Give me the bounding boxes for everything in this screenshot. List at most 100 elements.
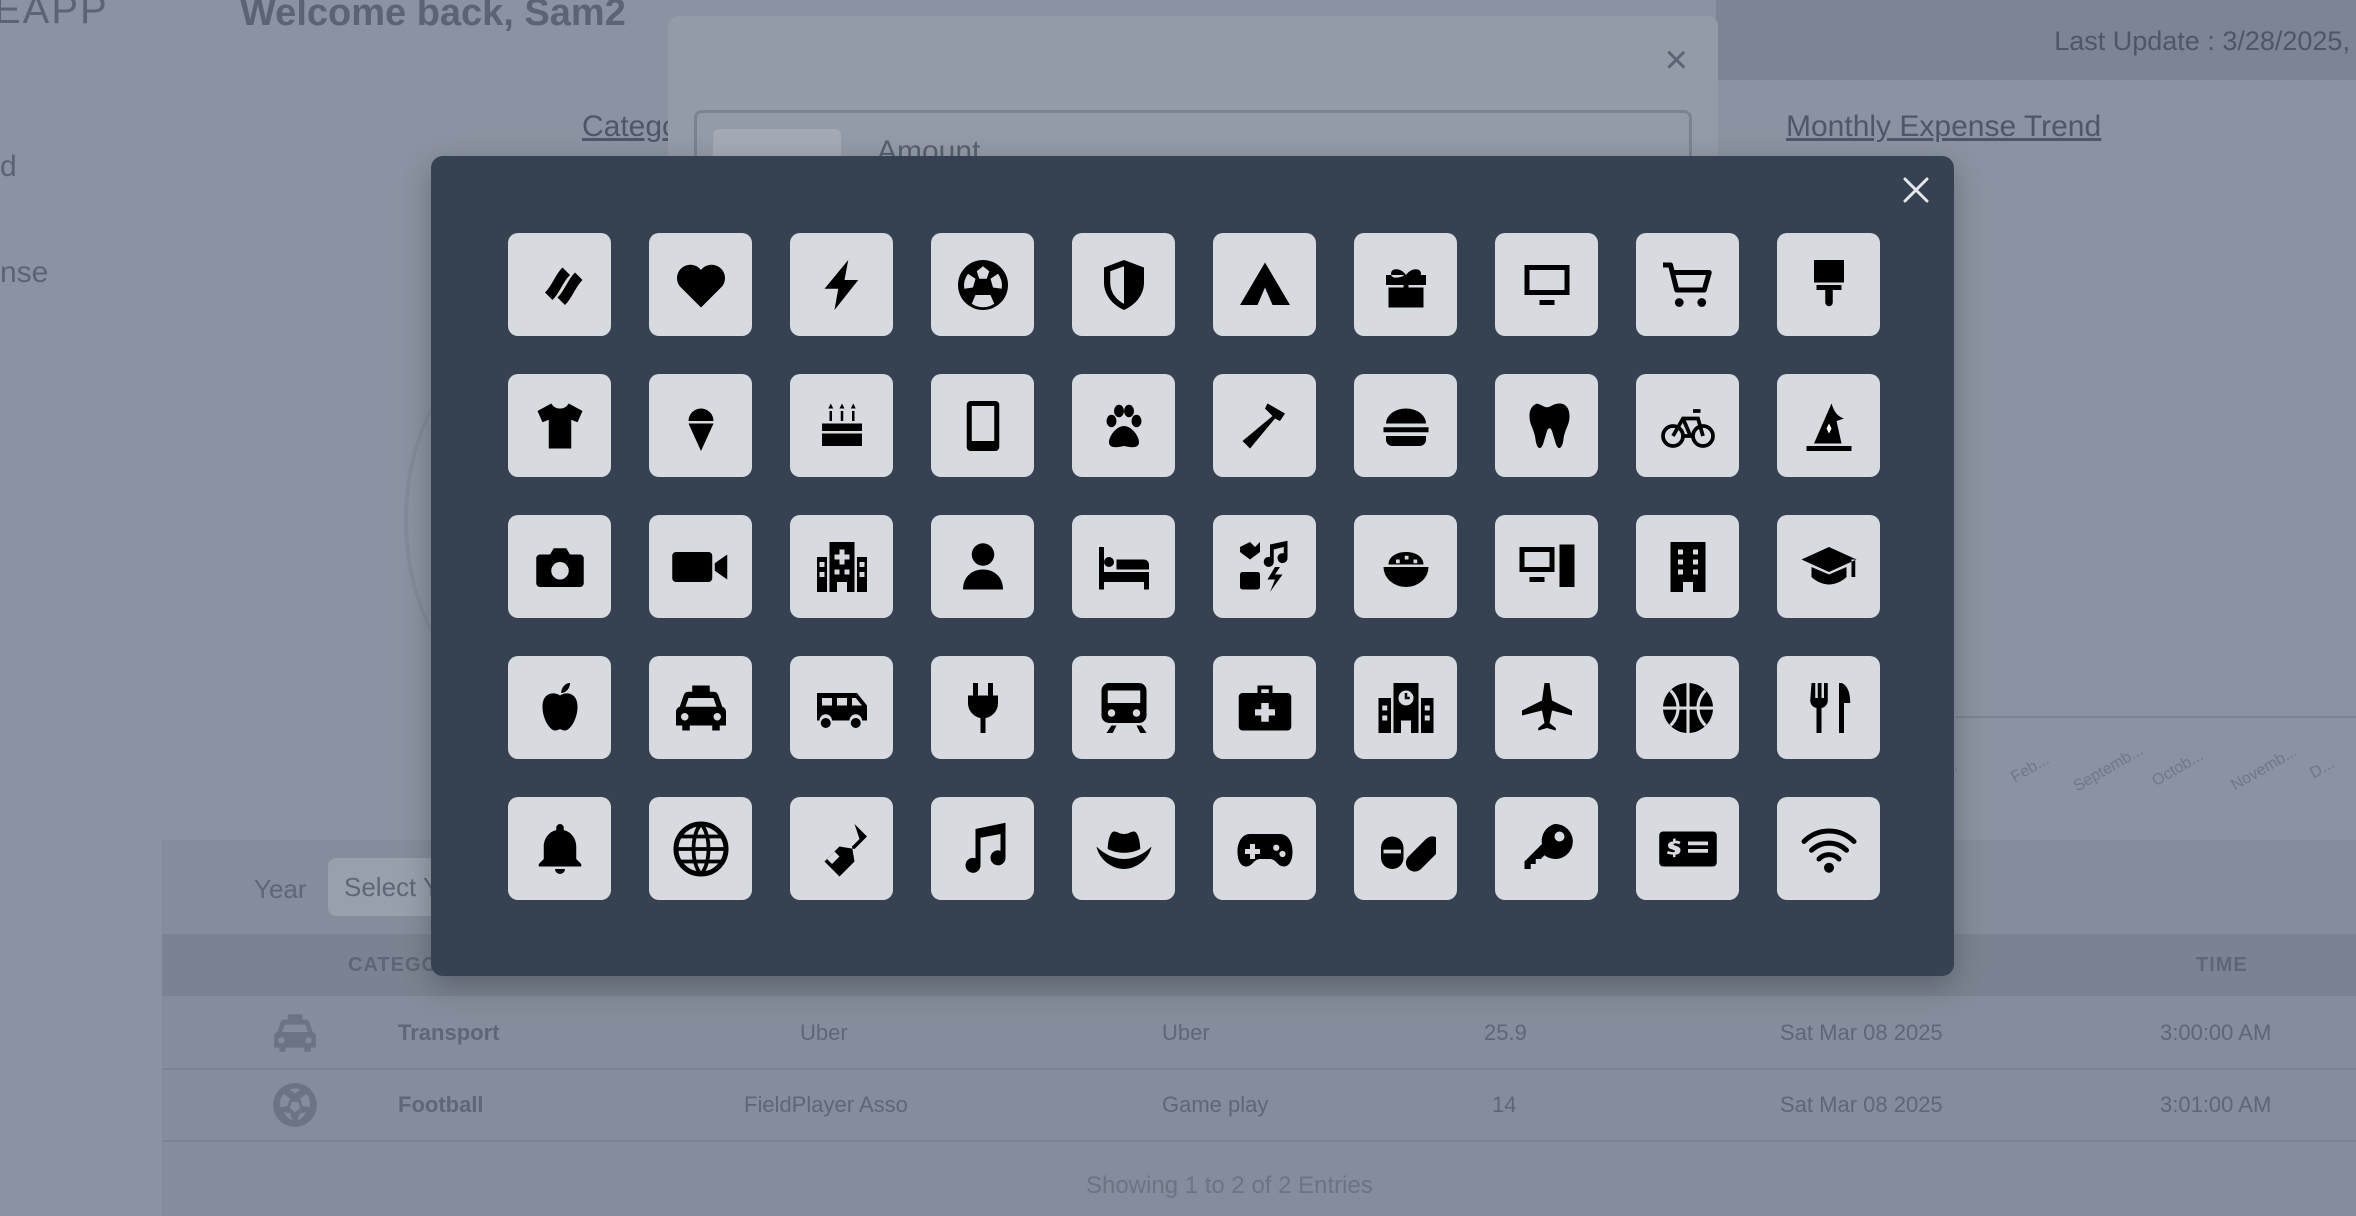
icon-option-bicycle[interactable] [1636,374,1739,477]
icon-option-apple[interactable] [508,656,611,759]
cell-time: 3:00:00 AM [2160,1020,2272,1045]
trend-tick-label: Octob... [2149,747,2207,790]
icon-option-food-bowl[interactable] [1354,515,1457,618]
cell-description: Game play [1162,1092,1269,1117]
cowboy-hat-icon [1094,819,1154,879]
icon-option-tooth[interactable] [1495,374,1598,477]
food-bowl-icon [1376,537,1436,597]
icon-option-airplane[interactable] [1495,656,1598,759]
icon-option-school[interactable] [1354,656,1457,759]
icon-option-train[interactable] [1072,656,1175,759]
trend-tick-label: D... [2307,754,2338,783]
icon-option-wifi[interactable] [1777,797,1880,900]
icon-option-shield[interactable] [1072,233,1175,336]
icon-option-building[interactable] [1636,515,1739,618]
year-filter-value: Select Y [344,872,441,902]
icon-option-plug[interactable] [931,656,1034,759]
column-header-time[interactable]: TIME [2196,954,2248,977]
category-chart-heading[interactable]: Catego [582,110,679,144]
icon-option-first-aid-kit[interactable] [1213,656,1316,759]
table-row[interactable]: Transport Uber Uber 25.9 Sat Mar 08 2025… [162,998,2356,1070]
icon-option-ice-cream[interactable] [649,374,752,477]
icon-option-van[interactable] [790,656,893,759]
icon-option-bolt[interactable] [790,233,893,336]
airplane-icon [1517,678,1577,738]
icon-option-burger[interactable] [1354,374,1457,477]
last-update-text: Last Update : 3/28/2025, 3:26 [2054,26,2356,56]
bottle-icon [812,819,872,879]
icon-grid [508,233,1880,900]
icon-option-utensils[interactable] [1777,656,1880,759]
form-close-button[interactable]: × [1665,40,1688,80]
icon-option-birthday-cake[interactable] [790,374,893,477]
cell-payee: FieldPlayer Asso [744,1092,908,1117]
trend-chart-heading[interactable]: Monthly Expense Trend [1786,110,2101,144]
icon-option-gamepad[interactable] [1213,797,1316,900]
bicycle-icon [1658,396,1718,456]
icon-option-basketball[interactable] [1636,656,1739,759]
trend-tick-label: Septemb... [2070,741,2147,796]
icon-option-soccer-ball[interactable] [931,233,1034,336]
year-filter-label: Year [254,874,307,904]
gift-icon [1376,255,1436,315]
column-header-category[interactable]: CATEGO [348,954,438,977]
cell-time: 3:01:00 AM [2160,1092,2272,1117]
icon-option-wizard-hat[interactable] [1777,374,1880,477]
shield-icon [1094,255,1154,315]
icon-option-shopping-cart[interactable] [1636,233,1739,336]
icon-option-key[interactable] [1495,797,1598,900]
icon-option-mobile-phone[interactable] [931,374,1034,477]
graduation-cap-icon [1799,537,1859,597]
icon-option-tent[interactable] [1213,233,1316,336]
icon-option-music-note[interactable] [931,797,1034,900]
train-icon [1094,678,1154,738]
building-icon [1658,537,1718,597]
paw-icon [1094,396,1154,456]
icon-option-hammer[interactable] [1213,374,1316,477]
bell-icon [530,819,590,879]
icon-option-monitor[interactable] [1495,233,1598,336]
mobile-phone-icon [953,396,1013,456]
icon-option-camera[interactable] [508,515,611,618]
icon-option-paint-brush[interactable] [1777,233,1880,336]
icon-option-pills[interactable] [1354,797,1457,900]
icon-option-gift[interactable] [1354,233,1457,336]
trend-chart-axis [1956,716,2356,718]
icon-option-globe[interactable] [649,797,752,900]
icon-option-hospital[interactable] [790,515,893,618]
sidebar-item-dashboard[interactable]: d [0,150,17,184]
van-icon [812,678,872,738]
money-check-icon [1658,819,1718,879]
icon-option-paw[interactable] [1072,374,1175,477]
icon-option-user[interactable] [931,515,1034,618]
icon-option-taxi[interactable] [649,656,752,759]
icon-option-t-shirt[interactable] [508,374,611,477]
sidebar-item-expense[interactable]: nse [0,256,48,290]
tooth-icon [1517,396,1577,456]
soccer-ball-icon [953,255,1013,315]
icon-option-cowboy-hat[interactable] [1072,797,1175,900]
globe-icon [671,819,731,879]
birthday-cake-icon [812,396,872,456]
icon-option-bell[interactable] [508,797,611,900]
bacon-icon [530,255,590,315]
table-row[interactable]: Football FieldPlayer Asso Game play 14 S… [162,1070,2356,1142]
trend-tick-label: Feb... [2008,750,2053,787]
icon-option-entertainment[interactable] [1213,515,1316,618]
close-icon[interactable] [1896,170,1936,210]
icon-option-bacon[interactable] [508,233,611,336]
icon-option-graduation-cap[interactable] [1777,515,1880,618]
taxi-icon [270,1008,320,1058]
icon-option-bed[interactable] [1072,515,1175,618]
icon-option-heart[interactable] [649,233,752,336]
shopping-cart-icon [1658,255,1718,315]
icon-option-video-camera[interactable] [649,515,752,618]
entertainment-icon [1235,537,1295,597]
cell-amount: 25.9 [1484,1020,1527,1045]
icon-option-bottle[interactable] [790,797,893,900]
utensils-icon [1799,678,1859,738]
apple-icon [530,678,590,738]
icon-option-money-check[interactable] [1636,797,1739,900]
icon-option-desktop-computer[interactable] [1495,515,1598,618]
last-update-bar: Last Update : 3/28/2025, 3:26 [1716,0,2356,80]
